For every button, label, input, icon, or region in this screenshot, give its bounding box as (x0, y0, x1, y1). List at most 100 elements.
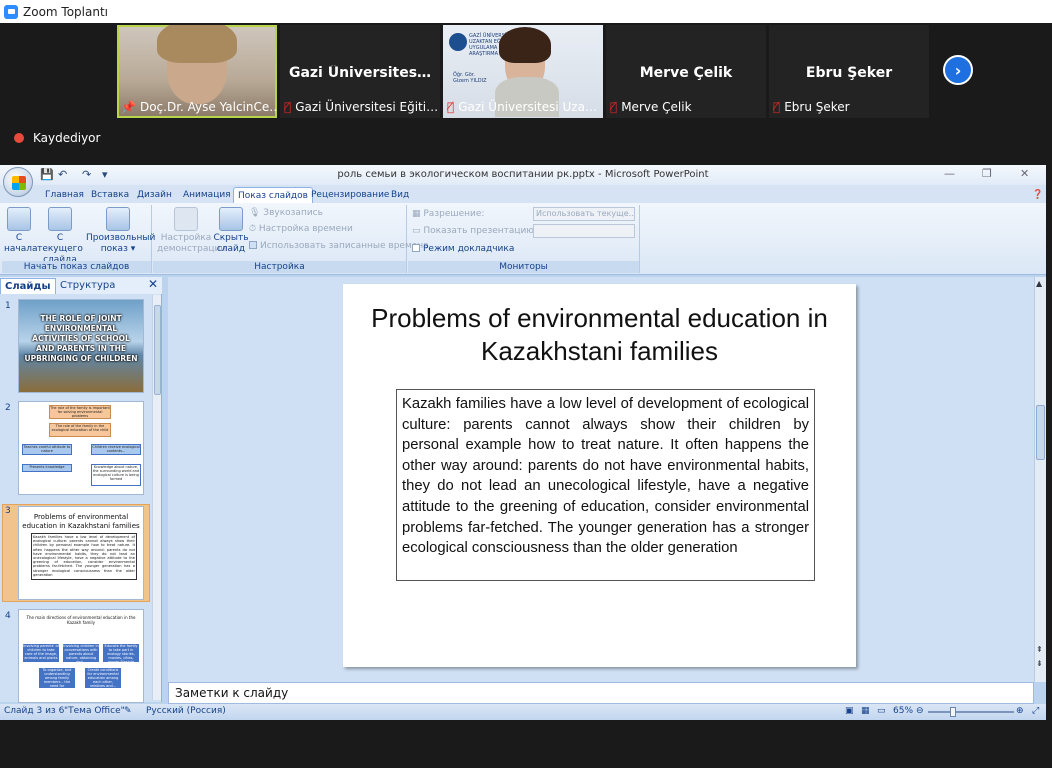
hide-slide-button[interactable]: Скрыть слайд (213, 207, 249, 255)
participant-tile[interactable]: Ebru Şeker 🎙̸ Ebru Şeker (769, 25, 929, 118)
panel-scrollbar[interactable] (152, 295, 161, 700)
custom-show-button[interactable]: Произвольный показ ▾ (86, 207, 155, 255)
participant-gallery: 📌 Doç.Dr. Ayse YalcinCe… Gazi Üniversite… (0, 23, 1052, 118)
slide-number: 2 (5, 403, 11, 413)
slide3-title: Problems of environmental education in K… (22, 513, 140, 530)
participant-label: 🎙̸ Merve Çelik (610, 99, 692, 114)
tab-review[interactable]: Рецензирование (311, 187, 389, 203)
tab-animation[interactable]: Анимация (183, 187, 231, 203)
tab-view[interactable]: Вид (391, 187, 409, 203)
setup-show-button[interactable]: Настройка демонстрации (157, 207, 226, 255)
record-dot-icon (14, 133, 24, 143)
slide-title[interactable]: Problems of environmental education in K… (363, 302, 836, 368)
next-slide-icon[interactable]: ⇟ (1036, 659, 1043, 668)
save-icon[interactable]: 💾 (40, 168, 54, 181)
customize-qat-icon[interactable]: ▾ (102, 168, 108, 181)
slideshow-current-icon (48, 207, 72, 231)
slide-thumbnail[interactable]: The role of the family is important for … (18, 401, 144, 495)
panel-tabs: Слайды Структура ✕ (0, 277, 162, 294)
normal-view-icon[interactable]: ▣ (845, 706, 854, 716)
tab-insert[interactable]: Вставка (91, 187, 129, 203)
participant-name: Ebru Şeker (805, 65, 893, 81)
participant-hair (499, 27, 551, 63)
notes-placeholder: Заметки к слайду (175, 686, 289, 700)
current-slide[interactable]: Problems of environmental education in K… (343, 284, 856, 667)
checkbox-icon (249, 241, 257, 249)
help-icon[interactable]: ❓ (1032, 187, 1043, 203)
tab-design[interactable]: Дизайн (137, 187, 172, 203)
tab-outline[interactable]: Структура (56, 278, 119, 294)
slide-editor: Problems of environmental education in K… (168, 277, 1034, 682)
tab-slideshow[interactable]: Показ слайдов (233, 187, 313, 203)
participant-label: 🎙̸ Ebru Şeker (773, 99, 850, 114)
presenter-view-checkbox[interactable]: Режим докладчика (412, 244, 514, 254)
zoom-out-icon[interactable]: ⊖ (916, 706, 924, 716)
redo-icon[interactable]: ↷ (82, 168, 91, 181)
recording-label: Kaydediyor (33, 131, 101, 145)
record-narration-button[interactable]: 🎙 Звукозапись (249, 208, 323, 218)
group-setup: Настройка демонстрации Скрыть слайд 🎙 Звук… (153, 205, 429, 273)
show-on-select[interactable] (533, 224, 635, 238)
group-monitors-title: Мониторы (408, 261, 639, 273)
direction-box: Educate the family to take part in ecolo… (103, 644, 139, 662)
slideshow-view-icon[interactable]: ▭ (877, 706, 886, 716)
editor-scrollbar[interactable]: ▲ ⇞ ⇟ (1034, 277, 1046, 682)
flow-box: Teaches careful attitude to nature (22, 444, 72, 455)
ppt-window-title: роль семьи в экологическом воспитании рк… (337, 169, 709, 180)
office-button[interactable] (3, 167, 33, 197)
direction-box: To organize, and understanding among fam… (39, 668, 75, 688)
zoom-window-title: Zoom Toplantı (23, 4, 108, 19)
participant-tile[interactable]: Gazi Üniversites… 🎙̸ Gazi Üniversitesi E… (280, 25, 440, 118)
minimize-icon[interactable]: — (944, 167, 955, 180)
notes-pane[interactable]: Заметки к слайду (168, 682, 1034, 704)
slide-body-text[interactable]: Kazakh families have a low level of deve… (396, 389, 815, 581)
rehearse-timings-button[interactable]: ⏱ Настройка времени (249, 224, 353, 234)
tab-home[interactable]: Главная (45, 187, 84, 203)
custom-show-icon (106, 207, 130, 231)
zoom-slider[interactable] (928, 707, 1014, 717)
participant-tile[interactable]: Merve Çelik 🎙̸ Merve Çelik (606, 25, 766, 118)
hide-slide-icon (219, 207, 243, 231)
prev-slide-icon[interactable]: ⇞ (1036, 645, 1043, 654)
recording-indicator[interactable]: Kaydediyor (14, 131, 100, 145)
flow-box: Knowledge about nature, the surrounding … (91, 464, 141, 486)
slides-panel: Слайды Структура ✕ 1 THE ROLE OF JOINT E… (0, 277, 162, 703)
restore-icon[interactable]: ❐ (982, 167, 992, 180)
direction-box: Involving parents' of children to take c… (23, 644, 59, 662)
slide-thumbnail[interactable]: The main directions of environmental edu… (18, 609, 144, 703)
participant-label: 🎙̸ Gazi Üniversitesi Uza… (447, 99, 597, 114)
close-icon[interactable]: ✕ (1020, 167, 1029, 180)
sorter-view-icon[interactable]: ▦ (861, 706, 870, 716)
participant-caption: Öğr. Gör. Gizem YILDIZ (453, 72, 487, 84)
zoom-slider-knob[interactable] (950, 707, 956, 717)
direction-box: Involving children in conversations with… (63, 644, 99, 662)
slide-counter: Слайд 3 из 6 (4, 706, 65, 716)
zoom-in-icon[interactable]: ⊕ (1016, 706, 1024, 716)
scroll-up-icon[interactable]: ▲ (1036, 279, 1042, 288)
from-start-button[interactable]: Сначала (4, 207, 38, 255)
language-label[interactable]: Русский (Россия) (146, 706, 226, 716)
ribbon: Сначала С текущего слайда Произвольный пок… (0, 203, 1046, 275)
close-panel-icon[interactable]: ✕ (148, 277, 158, 291)
use-timings-checkbox[interactable]: Использовать записанные времена (249, 241, 429, 251)
slide-thumbnail-selected[interactable]: Problems of environmental education in K… (18, 506, 144, 600)
zoom-title-bar: Zoom Toplantı (0, 0, 1052, 23)
from-current-button[interactable]: С текущего слайда (36, 207, 84, 266)
scrollbar-thumb[interactable] (154, 305, 161, 395)
checkbox-icon (412, 244, 420, 252)
powerpoint-window: роль семьи в экологическом воспитании рк… (0, 165, 1046, 720)
undo-icon[interactable]: ↶ (58, 168, 67, 181)
fit-window-icon[interactable]: ⤢ (1032, 706, 1039, 716)
tab-slides[interactable]: Слайды (0, 278, 56, 294)
scrollbar-thumb[interactable] (1036, 405, 1045, 460)
flow-box: The role of the family in the ecological… (49, 423, 111, 437)
mic-muted-icon: 🎙̸ (447, 99, 455, 114)
spellcheck-icon[interactable]: ✎ (124, 706, 132, 716)
next-page-button[interactable]: › (943, 55, 973, 85)
participant-tile[interactable]: GAZİ ÜNİVERSİTESİ UZAKTAN EĞİTİM UYGULAM… (443, 25, 603, 118)
resolution-select[interactable]: Использовать текуще… (533, 207, 635, 221)
pin-icon: 📌 (121, 99, 136, 114)
participant-tile[interactable]: 📌 Doç.Dr. Ayse YalcinCe… (117, 25, 277, 118)
zoom-level[interactable]: 65% (893, 706, 913, 716)
slide-thumbnail[interactable]: THE ROLE OF JOINT ENVIRONMENTAL ACTIVITI… (18, 299, 144, 393)
